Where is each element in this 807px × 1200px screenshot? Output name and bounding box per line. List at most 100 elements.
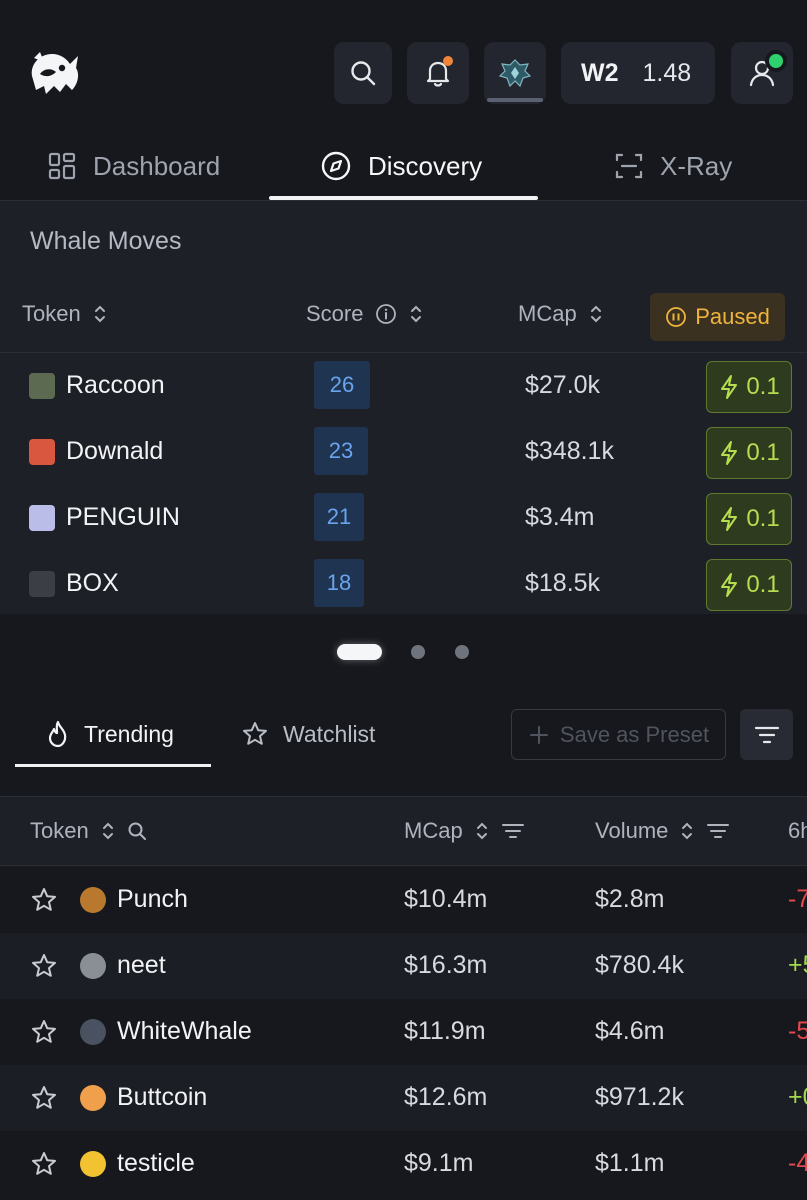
- score-badge: 23: [314, 427, 368, 475]
- token-name: neet: [117, 951, 166, 979]
- header-6h-label: 6h: [788, 818, 807, 843]
- token-6h-change: -7: [788, 885, 807, 913]
- pager-dot[interactable]: [411, 645, 425, 659]
- star-icon[interactable]: [30, 1084, 58, 1112]
- whale-header-mcap[interactable]: MCap: [518, 301, 603, 327]
- token-avatar-icon: [80, 953, 106, 979]
- filter-button[interactable]: [740, 709, 793, 760]
- search-icon: [349, 59, 377, 87]
- quick-buy-amount: 0.1: [746, 373, 780, 400]
- token-avatar-icon: [29, 373, 55, 399]
- table-row[interactable]: Punch $10.4m $2.8m -7: [0, 867, 807, 933]
- header-mcap-label: MCap: [404, 818, 463, 843]
- rank-emblem-icon: [498, 58, 532, 88]
- token-name: WhiteWhale: [117, 1017, 252, 1045]
- app-logo-icon[interactable]: [26, 46, 82, 100]
- table-row[interactable]: Buttcoin $12.6m $971.2k +0: [0, 1065, 807, 1131]
- rank-badge-button[interactable]: [484, 42, 546, 104]
- whale-row[interactable]: PENGUIN 21 $3.4m 0.1: [0, 485, 807, 551]
- header-6h-change[interactable]: 6h: [788, 797, 807, 865]
- tab-watchlist[interactable]: Watchlist: [241, 710, 375, 758]
- wallet-name: W2: [581, 58, 619, 87]
- grid-icon: [47, 151, 93, 181]
- quick-buy-button[interactable]: 0.1: [706, 427, 792, 479]
- sort-icon: [89, 821, 115, 841]
- flame-icon: [46, 720, 84, 748]
- tab-discovery[interactable]: Discovery: [320, 130, 482, 202]
- token-volume: $780.4k: [595, 951, 684, 979]
- token-avatar-icon: [80, 887, 106, 913]
- table-row[interactable]: WhiteWhale $11.9m $4.6m -5: [0, 999, 807, 1065]
- search-button[interactable]: [334, 42, 392, 104]
- token-volume: $971.2k: [595, 1083, 684, 1111]
- whale-header-score[interactable]: Score: [306, 301, 423, 327]
- quick-buy-button[interactable]: 0.1: [706, 493, 792, 545]
- star-icon[interactable]: [30, 1150, 58, 1178]
- header-mcap[interactable]: MCap: [404, 797, 525, 865]
- token-avatar-icon: [80, 1019, 106, 1045]
- token-6h-change: +5: [788, 951, 807, 979]
- table-row[interactable]: neet $16.3m $780.4k +5: [0, 933, 807, 999]
- top-bar: W2 1.48: [0, 0, 807, 130]
- header-volume-label: Volume: [595, 818, 669, 843]
- save-as-preset-button[interactable]: Save as Preset: [511, 709, 726, 760]
- search-icon[interactable]: [115, 821, 147, 841]
- sort-icon: [577, 304, 603, 324]
- lightning-icon: [721, 507, 738, 531]
- whale-header-token[interactable]: Token: [22, 301, 107, 327]
- filter-lines-icon[interactable]: [694, 822, 730, 840]
- pager-dot[interactable]: [455, 645, 469, 659]
- quick-buy-button[interactable]: 0.1: [706, 559, 792, 611]
- token-name: PENGUIN: [66, 503, 180, 531]
- token-mcap: $18.5k: [525, 569, 601, 597]
- whale-row[interactable]: Downald 23 $348.1k 0.1: [0, 419, 807, 485]
- tab-discovery-label: Discovery: [368, 150, 483, 181]
- tab-dashboard[interactable]: Dashboard: [47, 130, 220, 202]
- paused-toggle-button[interactable]: Paused: [650, 293, 785, 341]
- notification-dot: [443, 56, 453, 66]
- token-name: Buttcoin: [117, 1083, 208, 1111]
- paused-label: Paused: [695, 304, 770, 329]
- token-mcap: $27.0k: [525, 371, 601, 399]
- token-mcap: $348.1k: [525, 437, 614, 465]
- wallet-button[interactable]: W2 1.48: [561, 42, 715, 104]
- token-name: BOX: [66, 569, 119, 597]
- header-token[interactable]: Token: [30, 797, 147, 865]
- token-name: Downald: [66, 437, 164, 465]
- star-icon: [241, 720, 283, 748]
- token-volume: $2.8m: [595, 885, 665, 913]
- tab-xray[interactable]: X-Ray: [614, 130, 732, 202]
- tab-trending[interactable]: Trending: [46, 710, 174, 758]
- score-badge: 26: [314, 361, 370, 409]
- star-icon[interactable]: [30, 886, 58, 914]
- lightning-icon: [721, 441, 738, 465]
- token-avatar-icon: [29, 439, 55, 465]
- token-6h-change: -4: [788, 1149, 807, 1177]
- tab-trending-label: Trending: [84, 720, 174, 747]
- token-name: testicle: [117, 1149, 195, 1177]
- info-icon[interactable]: [363, 303, 397, 325]
- sort-icon: [463, 821, 489, 841]
- whale-moves-title: Whale Moves: [30, 227, 182, 255]
- star-icon[interactable]: [30, 952, 58, 980]
- profile-button[interactable]: [731, 42, 793, 104]
- token-6h-change: -5: [788, 1017, 807, 1045]
- star-icon[interactable]: [30, 1018, 58, 1046]
- token-avatar-icon: [29, 505, 55, 531]
- score-badge: 18: [314, 559, 364, 607]
- save-as-preset-label: Save as Preset: [559, 721, 710, 747]
- pager-dot-active[interactable]: [337, 644, 382, 660]
- filter-lines-icon[interactable]: [489, 822, 525, 840]
- notifications-button[interactable]: [407, 42, 469, 104]
- header-volume[interactable]: Volume: [595, 797, 730, 865]
- score-badge: 21: [314, 493, 364, 541]
- token-mcap: $11.9m: [404, 1017, 486, 1045]
- quick-buy-amount: 0.1: [746, 571, 780, 598]
- quick-buy-button[interactable]: 0.1: [706, 361, 792, 413]
- whale-row[interactable]: Raccoon 26 $27.0k 0.1: [0, 353, 807, 419]
- whale-row[interactable]: BOX 18 $18.5k 0.1: [0, 551, 807, 617]
- whale-header-token-label: Token: [22, 301, 81, 326]
- main-nav-tabs: Dashboard Discovery X-Ray: [0, 130, 807, 202]
- online-status-dot: [765, 50, 787, 72]
- table-row[interactable]: testicle $9.1m $1.1m -4: [0, 1131, 807, 1197]
